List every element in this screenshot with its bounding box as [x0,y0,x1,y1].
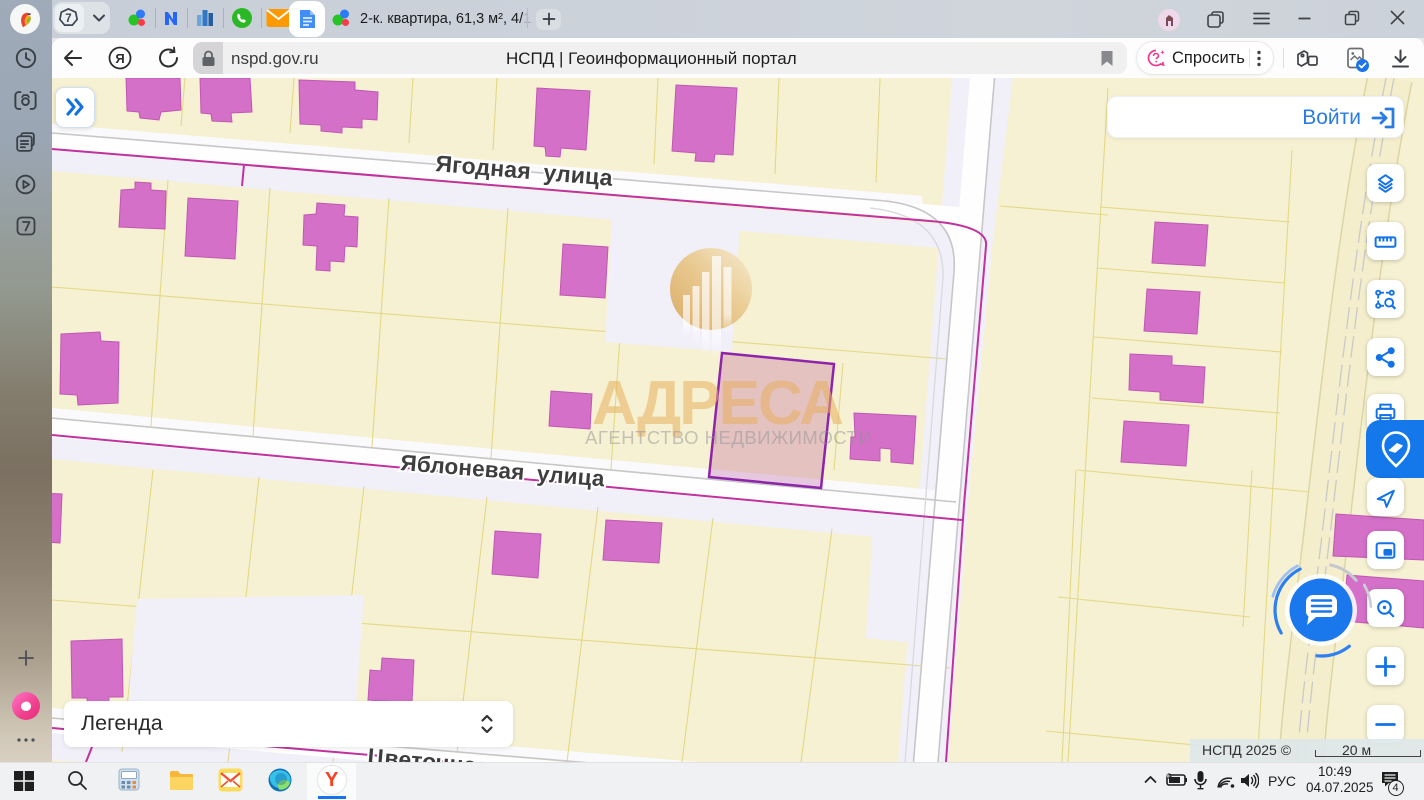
svg-text:Я: Я [115,51,124,66]
svg-text:АГЕНТСТВО НЕДВИЖИМОСТИ: АГЕНТСТВО НЕДВИЖИМОСТИ [585,427,872,448]
svg-text:7: 7 [65,13,71,25]
